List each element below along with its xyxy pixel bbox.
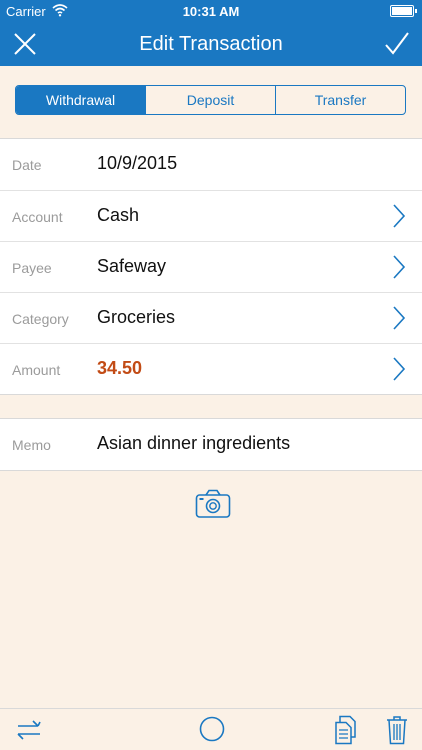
account-row[interactable]: Account Cash [0,190,422,241]
memo-row[interactable]: Memo Asian dinner ingredients [0,419,422,470]
chevron-right-icon [392,204,406,228]
category-label: Category [12,311,69,327]
transaction-details: Date 10/9/2015 Account Cash Payee Safewa… [0,138,422,395]
segment-deposit[interactable]: Deposit [145,86,275,114]
bottom-toolbar [0,708,422,750]
checkmark-icon[interactable] [384,31,410,57]
status-time: 10:31 AM [182,4,240,19]
category-row[interactable]: Category Groceries [0,292,422,343]
copy-icon[interactable] [334,715,358,750]
payee-label: Payee [12,260,52,276]
payee-value: Safeway [97,256,167,276]
segment-withdrawal[interactable]: Withdrawal [16,86,145,114]
date-value: 10/9/2015 [97,153,178,173]
account-label: Account [12,209,63,225]
memo-value: Asian dinner ingredients [97,433,291,453]
date-row[interactable]: Date 10/9/2015 [0,139,422,190]
chevron-right-icon [392,255,406,279]
segment-transfer[interactable]: Transfer [275,86,405,114]
memo-label: Memo [12,437,51,453]
chevron-right-icon [392,306,406,330]
repeat-icon[interactable] [16,719,42,746]
status-bar: Carrier 10:31 AM [0,0,422,22]
account-value: Cash [97,205,140,225]
battery-icon [390,5,417,17]
category-value: Groceries [97,307,176,327]
navigation-bar: Carrier 10:31 AM Edit Transaction [0,0,422,66]
page-title: Edit Transaction [139,33,283,55]
date-label: Date [12,157,42,173]
amount-label: Amount [12,362,61,378]
amount-row[interactable]: Amount 34.50 [0,343,422,394]
chevron-right-icon [392,357,406,381]
memo-section: Memo Asian dinner ingredients [0,418,422,471]
trash-icon[interactable] [386,715,408,750]
amount-value: 34.50 [97,358,143,378]
payee-row[interactable]: Payee Safeway [0,241,422,292]
camera-icon[interactable] [195,489,231,519]
circle-icon[interactable] [199,716,225,747]
transaction-type-selector: Withdrawal Deposit Transfer [15,85,406,115]
